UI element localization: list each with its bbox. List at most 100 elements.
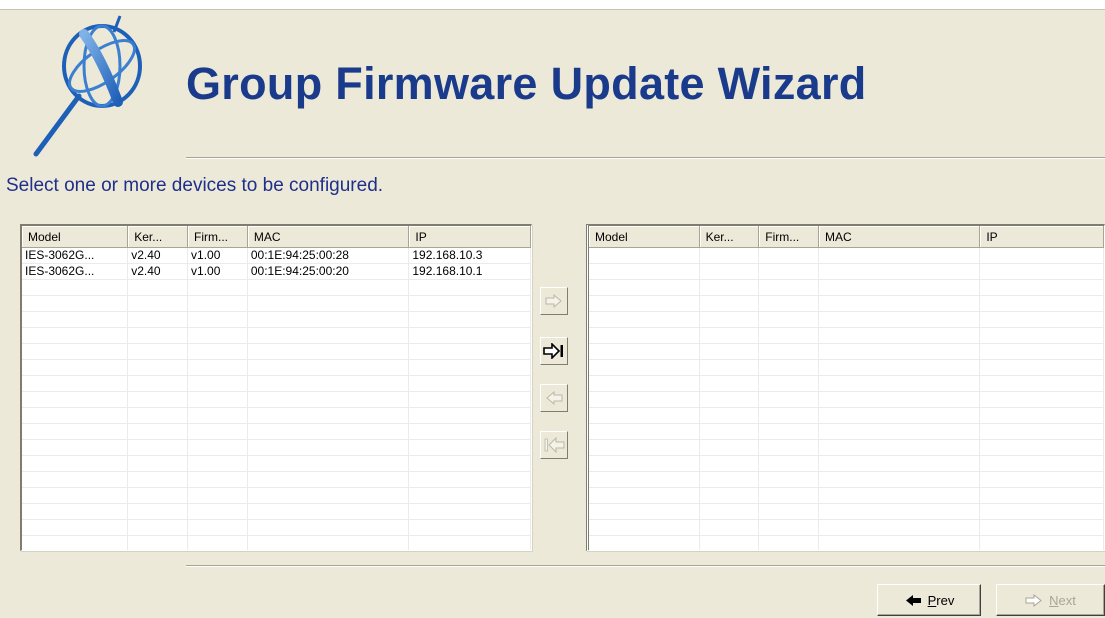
empty-cell <box>127 423 189 440</box>
empty-cell <box>818 375 981 392</box>
column-header-firmware[interactable]: Firm... <box>758 226 819 248</box>
empty-cell <box>818 279 981 296</box>
empty-cell <box>247 407 410 424</box>
empty-cell <box>127 327 189 344</box>
empty-cell <box>699 343 760 360</box>
remove-selected-button[interactable] <box>540 384 568 412</box>
empty-cell <box>589 407 700 424</box>
cell-kernel: v2.40 <box>127 247 189 264</box>
empty-row <box>589 375 1104 392</box>
empty-row <box>589 247 1104 264</box>
empty-cell <box>758 455 819 472</box>
empty-cell <box>699 519 760 536</box>
empty-cell <box>699 247 760 264</box>
empty-cell <box>22 359 129 376</box>
available-devices-list[interactable]: Model Ker... Firm... MAC IP IES-3062G...… <box>20 224 532 551</box>
footer-separator <box>186 565 1105 567</box>
table-row[interactable]: IES-3062G... v2.40 v1.00 00:1E:94:25:00:… <box>22 263 531 280</box>
empty-cell <box>979 423 1104 440</box>
empty-cell <box>979 247 1104 264</box>
empty-cell <box>247 375 410 392</box>
empty-cell <box>699 263 760 280</box>
column-header-model[interactable]: Model <box>589 226 700 248</box>
empty-row <box>22 311 531 328</box>
empty-row <box>589 423 1104 440</box>
empty-row <box>22 455 531 472</box>
empty-cell <box>408 311 531 328</box>
empty-cell <box>127 375 189 392</box>
empty-cell <box>127 279 189 296</box>
empty-cell <box>187 519 248 536</box>
prev-button-label: Prev <box>927 592 955 608</box>
empty-cell <box>187 487 248 504</box>
empty-row <box>589 279 1104 296</box>
top-border <box>0 0 1105 10</box>
empty-row <box>589 503 1104 520</box>
add-selected-button[interactable] <box>540 287 568 315</box>
empty-cell <box>758 391 819 408</box>
table-header-row: Model Ker... Firm... MAC IP <box>22 226 531 248</box>
empty-cell <box>187 503 248 520</box>
empty-row <box>589 407 1104 424</box>
empty-row <box>22 471 531 488</box>
next-button-label: Next <box>1049 592 1076 608</box>
next-button[interactable]: Next <box>996 584 1105 616</box>
empty-cell <box>408 471 531 488</box>
arrow-right-icon <box>1025 593 1042 607</box>
column-header-kernel[interactable]: Ker... <box>127 226 189 248</box>
column-header-ip[interactable]: IP <box>979 226 1104 248</box>
empty-cell <box>408 391 531 408</box>
available-devices-table: Model Ker... Firm... MAC IP IES-3062G...… <box>22 226 531 550</box>
arrow-left-all-icon <box>544 437 565 453</box>
empty-cell <box>127 295 189 312</box>
empty-cell <box>247 327 410 344</box>
empty-row <box>22 295 531 312</box>
empty-cell <box>699 455 760 472</box>
empty-cell <box>247 535 410 550</box>
column-header-model[interactable]: Model <box>22 226 129 248</box>
empty-cell <box>979 455 1104 472</box>
column-header-mac[interactable]: MAC <box>818 226 981 248</box>
empty-cell <box>589 423 700 440</box>
empty-cell <box>127 487 189 504</box>
empty-cell <box>127 439 189 456</box>
empty-cell <box>127 391 189 408</box>
arrow-left-icon <box>546 391 563 405</box>
page-title: Group Firmware Update Wizard <box>186 58 867 109</box>
empty-cell <box>979 263 1104 280</box>
remove-all-button[interactable] <box>540 431 568 459</box>
empty-cell <box>22 503 129 520</box>
empty-cell <box>699 279 760 296</box>
arrow-right-all-icon <box>543 343 563 359</box>
cell-kernel: v2.40 <box>127 263 189 280</box>
table-row[interactable]: IES-3062G... v2.40 v1.00 00:1E:94:25:00:… <box>22 247 531 264</box>
empty-cell <box>818 407 981 424</box>
empty-cell <box>22 327 129 344</box>
selected-devices-table: Model Ker... Firm... MAC IP <box>589 226 1104 550</box>
column-header-kernel[interactable]: Ker... <box>699 226 760 248</box>
column-header-mac[interactable]: MAC <box>247 226 410 248</box>
column-header-ip[interactable]: IP <box>408 226 531 248</box>
cell-ip: 192.168.10.3 <box>408 247 531 264</box>
empty-cell <box>818 423 981 440</box>
empty-cell <box>758 359 819 376</box>
column-header-firmware[interactable]: Firm... <box>187 226 248 248</box>
empty-cell <box>699 407 760 424</box>
add-all-button[interactable] <box>540 337 568 365</box>
prev-button[interactable]: Prev <box>877 584 981 616</box>
empty-row <box>22 375 531 392</box>
empty-row <box>589 471 1104 488</box>
empty-row <box>589 519 1104 536</box>
empty-cell <box>22 407 129 424</box>
empty-cell <box>187 279 248 296</box>
wizard-logo-icon <box>33 15 142 157</box>
empty-cell <box>979 343 1104 360</box>
empty-cell <box>408 359 531 376</box>
selected-devices-list[interactable]: Model Ker... Firm... MAC IP <box>586 224 1105 551</box>
cell-firmware: v1.00 <box>187 263 248 280</box>
empty-cell <box>127 535 189 550</box>
empty-cell <box>127 343 189 360</box>
empty-cell <box>979 327 1104 344</box>
empty-cell <box>22 311 129 328</box>
empty-cell <box>979 295 1104 312</box>
